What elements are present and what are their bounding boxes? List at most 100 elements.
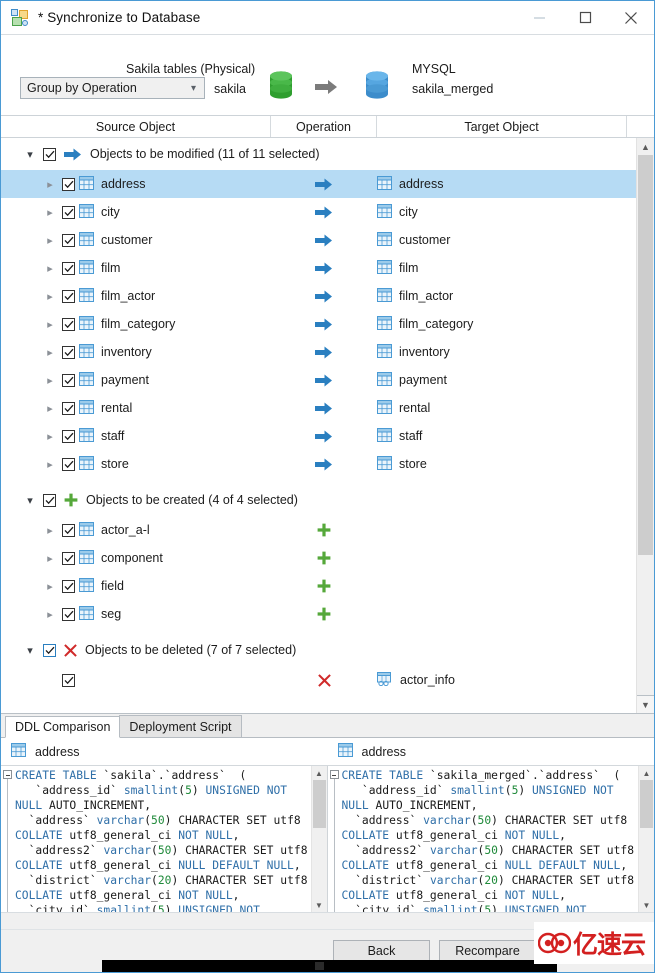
tree-row[interactable]: ▸staffstaff (1, 422, 636, 450)
column-header-operation[interactable]: Operation (271, 116, 377, 137)
horizontal-scroll-strip[interactable] (1, 912, 654, 929)
row-checkbox[interactable] (62, 458, 75, 471)
table-icon (79, 316, 94, 333)
green-database-icon (266, 70, 296, 105)
tree-row[interactable]: actor_info (1, 666, 636, 694)
table-icon (79, 428, 94, 445)
scroll-up-icon[interactable]: ▲ (639, 766, 654, 780)
chevron-right-icon[interactable]: ▸ (43, 524, 57, 537)
collapse-fold-icon[interactable] (330, 770, 339, 779)
chevron-right-icon[interactable]: ▸ (43, 430, 57, 443)
scrollbar-thumb[interactable] (638, 155, 653, 555)
row-checkbox[interactable] (62, 674, 75, 687)
row-checkbox[interactable] (62, 402, 75, 415)
chevron-down-icon[interactable]: ▾ (23, 494, 37, 507)
chevron-right-icon[interactable]: ▸ (43, 178, 57, 191)
tree-row[interactable]: ▸citycity (1, 198, 636, 226)
row-checkbox[interactable] (62, 262, 75, 275)
tab-deployment-script[interactable]: Deployment Script (119, 715, 241, 737)
code-token: ( (505, 784, 512, 797)
group-checkbox[interactable] (43, 644, 56, 657)
tree-row[interactable]: ▸component (1, 544, 636, 572)
chevron-down-icon[interactable]: ▾ (23, 148, 37, 161)
tree-row[interactable]: ▸actor_a-l (1, 516, 636, 544)
group-mode-select[interactable]: Group by Operation ▾ (20, 77, 205, 99)
chevron-down-icon[interactable]: ▾ (23, 644, 37, 657)
row-checkbox[interactable] (62, 290, 75, 303)
chevron-right-icon[interactable]: ▸ (43, 262, 57, 275)
right-code-scrollbar[interactable]: ▲ ▼ (638, 766, 654, 912)
row-checkbox[interactable] (62, 318, 75, 331)
tree-row[interactable]: ▸customercustomer (1, 226, 636, 254)
left-code-scrollbar[interactable]: ▲ ▼ (311, 766, 327, 912)
right-ddl-code[interactable]: CREATE TABLE `sakila_merged`.`address` (… (341, 766, 639, 912)
modify-icon (315, 318, 333, 331)
source-object-name: film_actor (101, 289, 155, 303)
chevron-right-icon[interactable]: ▸ (43, 402, 57, 415)
tree-row[interactable]: ▸paymentpayment (1, 366, 636, 394)
source-object-name: film_category (101, 317, 175, 331)
scroll-down-icon[interactable]: ▼ (639, 898, 654, 912)
row-checkbox[interactable] (62, 580, 75, 593)
collapse-fold-icon[interactable] (3, 770, 12, 779)
row-checkbox[interactable] (62, 608, 75, 621)
chevron-right-icon[interactable]: ▸ (43, 346, 57, 359)
tree-group-modify[interactable]: ▾Objects to be modified (11 of 11 select… (1, 138, 636, 170)
chevron-right-icon[interactable]: ▸ (43, 206, 57, 219)
next-button[interactable]: Next (545, 940, 642, 963)
tree-row[interactable]: ▸field (1, 572, 636, 600)
tree-row[interactable]: ▸rentalrental (1, 394, 636, 422)
scroll-down-icon[interactable]: ▼ (312, 898, 327, 912)
chevron-right-icon[interactable]: ▸ (43, 458, 57, 471)
row-checkbox[interactable] (62, 178, 75, 191)
chevron-right-icon[interactable]: ▸ (43, 580, 57, 593)
chevron-right-icon[interactable]: ▸ (43, 318, 57, 331)
column-header-source[interactable]: Source Object (1, 116, 271, 137)
tree-row[interactable]: ▸inventoryinventory (1, 338, 636, 366)
row-checkbox[interactable] (62, 524, 75, 537)
minimize-icon[interactable] (516, 1, 562, 34)
row-checkbox[interactable] (62, 346, 75, 359)
tree-row[interactable]: ▸seg (1, 600, 636, 628)
chevron-right-icon[interactable]: ▸ (43, 552, 57, 565)
chevron-right-icon[interactable]: ▸ (43, 234, 57, 247)
tree-row[interactable]: ▸storestore (1, 450, 636, 478)
row-checkbox[interactable] (62, 430, 75, 443)
maximize-icon[interactable] (562, 1, 608, 34)
synchronize-to-database-window: * Synchronize to Database Group by Opera… (0, 0, 655, 973)
object-tree[interactable]: ▾Objects to be modified (11 of 11 select… (1, 138, 636, 713)
table-icon (377, 344, 392, 361)
row-checkbox[interactable] (62, 234, 75, 247)
group-mode-value: Group by Operation (27, 81, 137, 95)
chevron-down-icon: ▾ (191, 83, 196, 94)
scroll-up-icon[interactable]: ▲ (312, 766, 327, 780)
tree-group-create[interactable]: ▾Objects to be created (4 of 4 selected) (1, 484, 636, 516)
tree-group-delete[interactable]: ▾Objects to be deleted (7 of 7 selected) (1, 634, 636, 666)
tree-vertical-scrollbar[interactable]: ▲ ▼ (636, 138, 654, 713)
code-token: 50 (484, 844, 498, 857)
row-checkbox[interactable] (62, 552, 75, 565)
column-header-target[interactable]: Target Object (377, 116, 627, 137)
chevron-right-icon[interactable]: ▸ (43, 374, 57, 387)
group-checkbox[interactable] (43, 148, 56, 161)
right-ddl-pane[interactable]: CREATE TABLE `sakila_merged`.`address` (… (328, 766, 655, 912)
scrollbar-thumb[interactable] (640, 780, 653, 828)
tab-ddl-comparison[interactable]: DDL Comparison (5, 716, 120, 738)
operation-icon-cell (271, 178, 377, 191)
group-checkbox[interactable] (43, 494, 56, 507)
close-icon[interactable] (608, 1, 654, 34)
scroll-down-icon[interactable]: ▼ (637, 695, 654, 713)
code-token: CREATE TABLE (15, 769, 97, 782)
row-checkbox[interactable] (62, 374, 75, 387)
scroll-up-icon[interactable]: ▲ (637, 138, 654, 155)
left-ddl-code[interactable]: CREATE TABLE `sakila`.`address` ( `addre… (14, 766, 311, 912)
chevron-right-icon[interactable]: ▸ (43, 290, 57, 303)
left-ddl-pane[interactable]: CREATE TABLE `sakila`.`address` ( `addre… (1, 766, 328, 912)
tree-row[interactable]: ▸film_categoryfilm_category (1, 310, 636, 338)
scrollbar-thumb[interactable] (313, 780, 326, 828)
tree-row[interactable]: ▸filmfilm (1, 254, 636, 282)
tree-row[interactable]: ▸film_actorfilm_actor (1, 282, 636, 310)
tree-row[interactable]: ▸addressaddress (1, 170, 636, 198)
row-checkbox[interactable] (62, 206, 75, 219)
chevron-right-icon[interactable]: ▸ (43, 608, 57, 621)
